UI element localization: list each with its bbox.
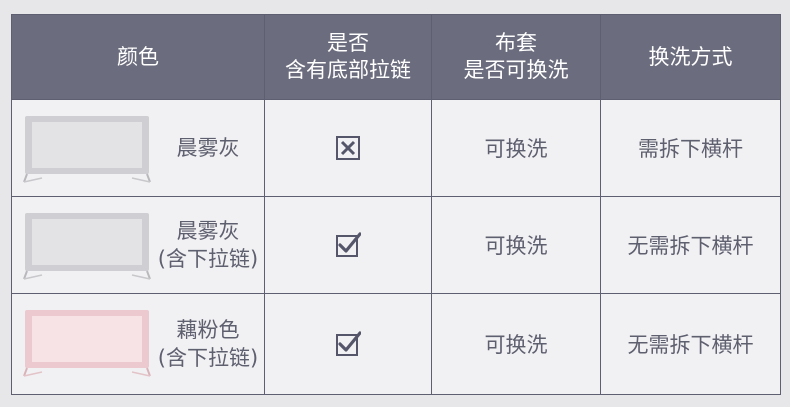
bed-rail-pink-image [23,310,151,377]
cross-box-icon [336,136,360,160]
header-color: 颜色 [11,14,265,100]
comparison-table: 颜色 是否 含有底部拉链 布套 是否可换洗 换洗方式 晨雾灰 可换洗 需拆下横杆… [11,14,781,395]
bed-rail-gray-image [23,116,151,183]
rail-panel [32,219,142,265]
color-cell: 晨雾灰 (含下拉链) [11,196,265,294]
header-row: 颜色 是否 含有底部拉链 布套 是否可换洗 换洗方式 [11,14,781,100]
header-method-label: 换洗方式 [648,44,733,69]
washable-cell: 可换洗 [431,99,601,197]
color-name: 藕粉色 [176,318,240,342]
rail-panel [32,122,142,168]
comparison-graphic: 颜色 是否 含有底部拉链 布套 是否可换洗 换洗方式 晨雾灰 可换洗 需拆下横杆… [0,0,790,407]
color-name: 晨雾灰 [176,219,240,243]
color-note: (含下拉链) [157,247,259,271]
header-zipper-line2: 含有底部拉链 [285,58,411,82]
zipper-cell [264,196,432,294]
table-row: 晨雾灰 可换洗 需拆下横杆 [11,99,781,197]
method-cell: 无需拆下横杆 [600,196,781,294]
header-cover-line2: 是否可换洗 [463,58,569,82]
header-zipper-line1: 是否 [327,31,369,55]
method-cell: 需拆下横杆 [600,99,781,197]
table-row: 藕粉色 (含下拉链) 可换洗 无需拆下横杆 [11,293,781,395]
washable-cell: 可换洗 [431,196,601,294]
header-cover-washable: 布套 是否可换洗 [431,14,601,100]
check-box-icon [336,232,361,257]
bed-rail-gray-image [23,213,151,280]
method-cell: 无需拆下横杆 [600,293,781,395]
rail-panel [32,316,142,362]
zipper-cell [264,99,432,197]
header-cover-line1: 布套 [495,31,537,55]
table-row: 晨雾灰 (含下拉链) 可换洗 无需拆下横杆 [11,196,781,294]
header-bottom-zipper: 是否 含有底部拉链 [264,14,432,100]
header-color-label: 颜色 [117,44,159,69]
color-name: 晨雾灰 [176,136,240,160]
washable-cell: 可换洗 [431,293,601,395]
color-cell: 晨雾灰 [11,99,265,197]
header-wash-method: 换洗方式 [600,14,781,100]
zipper-cell [264,293,432,395]
color-note: (含下拉链) [157,346,259,370]
color-cell: 藕粉色 (含下拉链) [11,293,265,395]
check-box-icon [336,331,361,356]
